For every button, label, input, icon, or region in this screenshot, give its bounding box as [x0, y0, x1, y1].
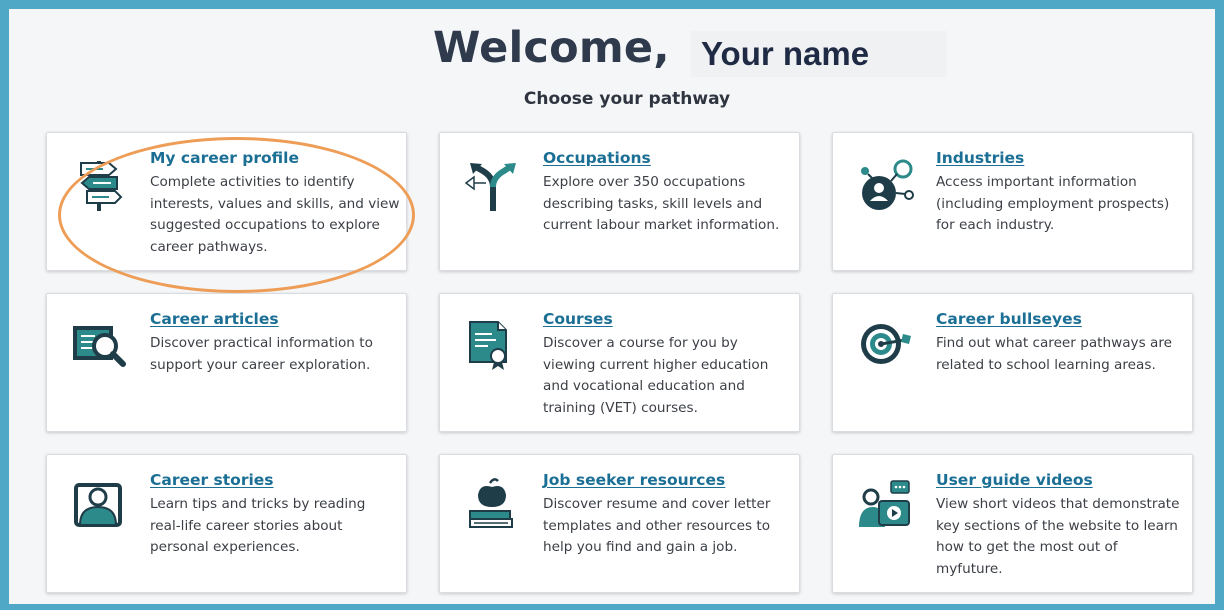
- video-guide-icon: [857, 475, 915, 533]
- split-arrows-icon: [464, 155, 522, 213]
- card-career-stories[interactable]: Career stories Learn tips and tricks by …: [46, 454, 407, 593]
- apple-books-icon: [464, 475, 522, 533]
- card-industries[interactable]: Industries Access important information …: [832, 132, 1193, 271]
- person-frame-icon: [71, 475, 129, 533]
- card-my-career-profile[interactable]: My career profile Complete activities to…: [46, 132, 407, 271]
- card-description: Learn tips and tricks by reading real-li…: [150, 496, 366, 556]
- card-description: Complete activities to identify interest…: [150, 174, 400, 255]
- card-title[interactable]: Job seeker resources: [543, 471, 725, 489]
- card-description: Access important information (including …: [936, 174, 1170, 234]
- card-occupations[interactable]: Occupations Explore over 350 occupations…: [439, 132, 800, 271]
- network-person-icon: [857, 155, 915, 213]
- card-description: Explore over 350 occupations describing …: [543, 174, 780, 234]
- card-description: Discover practical information to suppor…: [150, 335, 373, 373]
- welcome-header: Welcome, Your name: [9, 17, 1224, 77]
- card-title[interactable]: Industries: [936, 149, 1024, 167]
- user-name-box: Your name: [691, 31, 947, 77]
- bullseye-target-icon: [857, 314, 915, 372]
- card-description: View short videos that demonstrate key s…: [936, 496, 1180, 577]
- card-title[interactable]: Career stories: [150, 471, 274, 489]
- signpost-icon: [71, 155, 129, 213]
- card-courses[interactable]: Courses Discover a course for you by vie…: [439, 293, 800, 432]
- certificate-icon: [464, 314, 522, 372]
- card-career-articles[interactable]: Career articles Discover practical infor…: [46, 293, 407, 432]
- card-title[interactable]: Career bullseyes: [936, 310, 1082, 328]
- card-title[interactable]: Occupations: [543, 149, 651, 167]
- card-job-seeker-resources[interactable]: Job seeker resources Discover resume and…: [439, 454, 800, 593]
- card-title[interactable]: Career articles: [150, 310, 279, 328]
- article-magnifier-icon: [71, 314, 129, 372]
- welcome-text: Welcome,: [433, 23, 670, 73]
- card-description: Discover a course for you by viewing cur…: [543, 335, 769, 416]
- page-subtitle: Choose your pathway: [523, 89, 731, 109]
- card-title[interactable]: My career profile: [150, 149, 299, 167]
- card-description: Find out what career pathways are relate…: [936, 335, 1172, 373]
- card-user-guide-videos[interactable]: User guide videos View short videos that…: [832, 454, 1193, 593]
- user-name: Your name: [701, 35, 870, 72]
- page-frame: Welcome, Your name Choose your pathway M…: [0, 0, 1224, 610]
- card-title[interactable]: User guide videos: [936, 471, 1093, 489]
- card-description: Discover resume and cover letter templat…: [543, 496, 771, 556]
- card-title[interactable]: Courses: [543, 310, 613, 328]
- card-career-bullseyes[interactable]: Career bullseyes Find out what career pa…: [832, 293, 1193, 432]
